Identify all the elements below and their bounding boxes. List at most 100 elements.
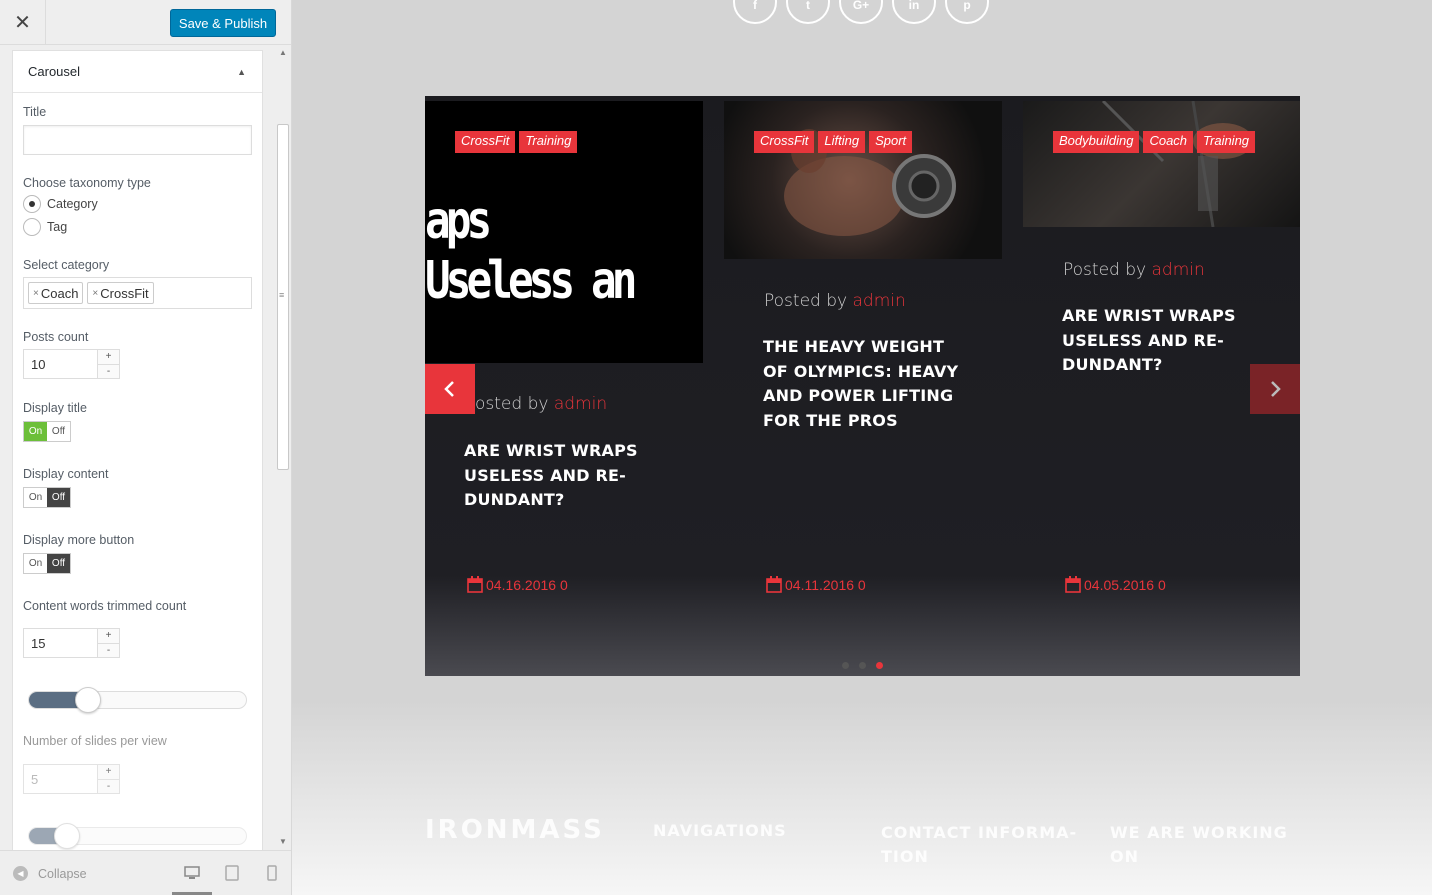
radio-button-checked[interactable] [23,195,41,213]
post-title[interactable]: ARE WRIST WRAPS USELESS AND RE-DUNDANT? [464,439,674,513]
slider-handle[interactable] [75,687,101,713]
carousel-pagination [842,662,883,669]
increment-icon[interactable]: + [98,350,119,365]
pagination-dot-active[interactable] [876,662,883,669]
footer-heading: CONTACT INFORMA-TION [881,823,1078,866]
category-select[interactable]: × Coach × CrossFit [23,277,252,309]
collapse-button[interactable]: ◀ Collapse [13,866,87,881]
sidebar-footer: ◀ Collapse [0,850,291,895]
posted-by-text: Posted by [1063,260,1147,280]
trim-count-slider[interactable] [28,687,247,713]
toggle-on[interactable]: On [24,422,47,441]
category-tag[interactable]: × CrossFit [87,282,154,304]
author-link[interactable]: admin [554,394,607,414]
google-plus-icon[interactable]: G+ [839,0,883,24]
post-title[interactable]: THE HEAVY WEIGHT OF OLYMPICS: HEAVY AND … [763,335,973,433]
display-content-toggle[interactable]: On Off [23,487,71,508]
footer-heading: NAVIGATIONS [653,821,787,840]
category-tag-label: CrossFit [100,285,149,301]
close-icon[interactable]: ✕ [0,0,46,45]
post-image-text: aps Useless an [425,191,637,311]
radio-button[interactable] [23,218,41,236]
toggle-off[interactable]: Off [47,554,70,573]
carousel-next-button[interactable] [1250,364,1300,414]
trim-count-label: Content words trimmed count [23,599,187,613]
category-tag[interactable]: × Coach [28,282,84,304]
tag-badge[interactable]: Training [1197,131,1256,153]
decrement-icon[interactable]: - [98,364,119,378]
posts-carousel: aps Useless an CrossFit Training osted b… [425,96,1300,676]
footer-heading: WE ARE WORKING ON [1110,823,1288,866]
slider-handle[interactable] [54,823,80,849]
tag-badge[interactable]: Sport [869,131,913,153]
tag-badge[interactable]: Coach [1143,131,1194,153]
save-publish-button[interactable]: Save & Publish [170,9,276,37]
tag-badge[interactable]: CrossFit [455,131,516,153]
display-title-toggle[interactable]: On Off [23,421,71,442]
toggle-on[interactable]: On [24,554,47,573]
tag-badge[interactable]: CrossFit [754,131,815,153]
sidebar-scrollbar[interactable]: ▲ ≡ ▼ [276,46,290,850]
facebook-icon[interactable]: f [733,0,777,24]
posts-count-value[interactable]: 10 [24,350,97,378]
display-more-toggle[interactable]: On Off [23,553,71,574]
tag-badge[interactable]: Bodybuilding [1053,131,1140,153]
author-link[interactable]: admin [1151,260,1204,280]
trim-count-stepper[interactable]: 15 + - [23,628,120,658]
post-tags: CrossFit Lifting Sport [754,131,913,153]
decrement-icon[interactable]: - [98,643,119,657]
pinterest-icon[interactable]: p [945,0,989,24]
posted-by-text: osted by [475,394,549,414]
toggle-off[interactable]: Off [47,488,70,507]
post-date: 04.05.2016 0 [1065,576,1166,593]
calendar-icon [467,576,483,593]
display-title-label: Display title [23,401,87,415]
scroll-down-icon[interactable]: ▼ [279,837,287,846]
desktop-preview-icon[interactable] [184,865,200,881]
toggle-on[interactable]: On [24,488,47,507]
increment-icon[interactable]: + [98,765,119,780]
tag-badge[interactable]: Lifting [818,131,866,153]
athlete-photo-icon [784,129,956,236]
author-link[interactable]: admin [852,291,905,311]
linkedin-icon[interactable]: in [892,0,936,24]
tag-badge[interactable]: Training [519,131,578,153]
collapse-label: Collapse [38,866,87,881]
panel-header[interactable]: Carousel ▲ [13,51,262,93]
radio-category[interactable]: Category [23,195,98,213]
decrement-icon[interactable]: - [98,779,119,793]
scroll-up-icon[interactable]: ▲ [279,48,287,57]
mobile-preview-icon[interactable] [264,865,280,881]
calendar-icon [1065,576,1081,593]
carousel-slide[interactable]: CrossFit Lifting Sport Posted by admin T… [724,96,1002,676]
footer-logo[interactable]: IRONMASS [425,815,605,845]
site-preview: f t G+ in p aps Useless an CrossFit Trai… [292,0,1432,895]
carousel-prev-button[interactable] [425,364,475,414]
toggle-off[interactable]: Off [47,422,70,441]
twitter-icon[interactable]: t [786,0,830,24]
sidebar-scroll-area: Carousel ▲ Title Choose taxonomy type Ca… [0,46,291,850]
trim-count-value[interactable]: 15 [24,629,97,657]
site-footer: IRONMASS NAVIGATIONS CONTACT INFORMA-TIO… [425,815,1305,895]
slides-per-view-stepper[interactable]: 5 + - [23,764,120,794]
post-title[interactable]: ARE WRIST WRAPS USELESS AND RE-DUNDANT? [1062,304,1272,378]
post-image[interactable] [1023,99,1300,228]
slides-per-view-slider[interactable] [28,823,247,849]
post-image[interactable] [724,101,1002,259]
pagination-dot[interactable] [859,662,866,669]
remove-icon[interactable]: × [92,288,98,299]
tablet-preview-icon[interactable] [224,865,240,881]
collapse-icon: ◀ [13,866,28,881]
post-date-text: 04.11.2016 0 [785,577,866,593]
customizer-sidebar: ✕ Save & Publish Carousel ▲ Title Choose… [0,0,292,895]
increment-icon[interactable]: + [98,629,119,644]
taxonomy-label: Choose taxonomy type [23,176,151,190]
remove-icon[interactable]: × [33,288,39,299]
radio-tag[interactable]: Tag [23,218,67,236]
pagination-dot[interactable] [842,662,849,669]
posts-count-stepper[interactable]: 10 + - [23,349,120,379]
caret-up-icon: ▲ [237,66,246,77]
athlete-photo-icon [1101,99,1253,228]
title-input[interactable] [23,125,252,155]
slides-per-view-value[interactable]: 5 [24,765,97,793]
